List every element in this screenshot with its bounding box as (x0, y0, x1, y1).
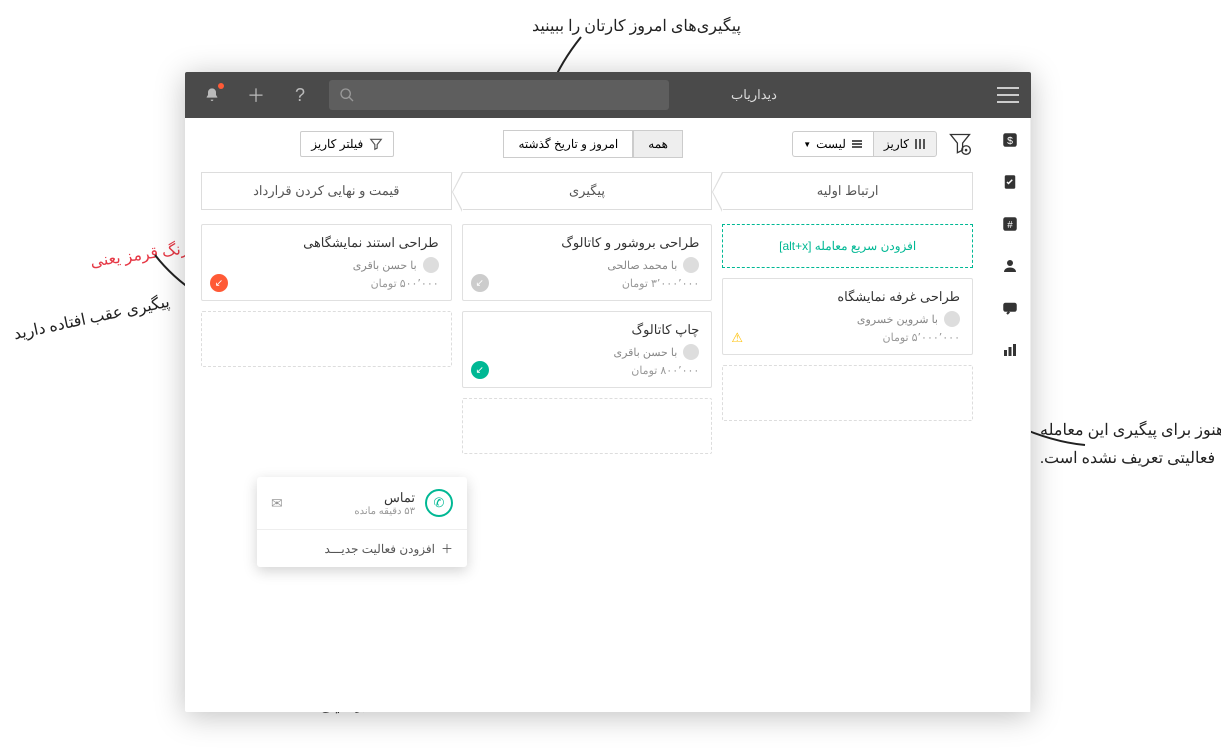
content-area: کاریز لیست ▼ همه امروز و تاریخ گذشته فیل… (185, 118, 989, 712)
annotation-right-1: هنوز برای پیگیری این معامله (1040, 420, 1221, 440)
view-pipeline-button[interactable]: کاریز (873, 131, 937, 157)
column-3: طراحی استند نمایشگاهی با حسن باقری ۵۰۰٬۰… (201, 224, 452, 454)
sidebar-messages[interactable] (998, 296, 1022, 320)
card-price: ۳٬۰۰۰٬۰۰۰ تومان (475, 277, 700, 290)
bell-icon (204, 87, 220, 103)
search-input[interactable] (329, 80, 669, 110)
brand-label: دیدار‌یاب (731, 87, 777, 103)
column-2: طراحی بروشور و کاتالوگ با محمد صالحی ۳٬۰… (462, 224, 713, 454)
activity-subtitle: ۵۳ دقیقه مانده (354, 506, 415, 517)
svg-text:#: # (1007, 220, 1013, 231)
person-icon (1001, 257, 1019, 275)
avatar (683, 257, 699, 273)
warning-icon: ⚠ (731, 330, 743, 346)
view-list-button[interactable]: لیست ▼ (792, 131, 873, 157)
segment-all-button[interactable]: همه (633, 130, 683, 158)
annotation-top: پیگیری‌های امروز کارتان را ببینید (532, 16, 741, 36)
deal-card[interactable]: طراحی غرفه نمایشگاه با شروین خسروی ۵٬۰۰۰… (722, 278, 973, 355)
sidebar-deals[interactable]: $ (998, 128, 1022, 152)
sidebar-tasks[interactable] (998, 170, 1022, 194)
drop-placeholder[interactable] (722, 365, 973, 421)
svg-text:$: $ (1007, 135, 1013, 147)
help-button[interactable]: ? (285, 80, 315, 110)
segment-today-button[interactable]: امروز و تاریخ گذشته (503, 130, 633, 158)
stage-1[interactable]: ارتباط اولیه (722, 172, 973, 210)
phone-icon: ✆ (425, 489, 453, 517)
card-person: با حسن باقری (475, 344, 700, 360)
deal-card[interactable]: طراحی بروشور و کاتالوگ با محمد صالحی ۳٬۰… (462, 224, 713, 301)
app-window: ＋ ? دیدار‌یاب $ # کاریز (185, 72, 1031, 712)
message-icon[interactable]: ✉ (271, 495, 283, 512)
activity-item[interactable]: ✆ تماس ۵۳ دقیقه مانده ✉ (257, 477, 467, 530)
menu-button[interactable] (997, 87, 1019, 103)
drop-placeholder[interactable] (201, 311, 452, 367)
hashtag-icon: # (1001, 215, 1019, 233)
card-title: طراحی بروشور و کاتالوگ (475, 235, 700, 251)
card-price: ۵٬۰۰۰٬۰۰۰ تومان (735, 331, 960, 344)
message-icon (1001, 299, 1019, 317)
dollar-icon: $ (1001, 131, 1019, 149)
status-badge-gray: ↙ (471, 274, 489, 292)
plus-icon: ＋ (441, 540, 453, 557)
status-badge-green: ↙ (471, 361, 489, 379)
card-price: ۸۰۰٬۰۰۰ تومان (475, 364, 700, 377)
plus-icon: ＋ (247, 82, 265, 108)
status-badge-red: ↙ (210, 274, 228, 292)
add-activity-button[interactable]: ＋ افزودن فعالیت جدیـــد (257, 530, 467, 567)
add-activity-label: افزودن فعالیت جدیـــد (325, 542, 435, 556)
deal-card[interactable]: طراحی استند نمایشگاهی با حسن باقری ۵۰۰٬۰… (201, 224, 452, 301)
stage-2[interactable]: پیگیری (462, 172, 713, 210)
card-person: با حسن باقری (214, 257, 439, 273)
topbar: ＋ ? دیدار‌یاب (185, 72, 1031, 118)
activity-title: تماس (354, 490, 415, 506)
card-title: طراحی استند نمایشگاهی (214, 235, 439, 251)
sidebar-reports[interactable] (998, 338, 1022, 362)
avatar (944, 311, 960, 327)
sidebar-contacts[interactable] (998, 254, 1022, 278)
sidebar-hashtag[interactable]: # (998, 212, 1022, 236)
annotation-right-2: فعالیتی تعریف نشده است. (1040, 448, 1215, 468)
clipboard-icon (1001, 173, 1019, 191)
add-button[interactable]: ＋ (241, 80, 271, 110)
activity-popup: ✆ تماس ۵۳ دقیقه مانده ✉ ＋ افزودن فعالیت … (257, 477, 467, 567)
card-person: با شروین خسروی (735, 311, 960, 327)
sidebar: $ # (989, 118, 1031, 712)
card-price: ۵۰۰٬۰۰۰ تومان (214, 277, 439, 290)
card-title: طراحی غرفه نمایشگاه (735, 289, 960, 305)
chevron-down-icon: ▼ (803, 140, 811, 149)
annotation-left-1: پیگیری عقب افتاده دارید (12, 292, 172, 345)
avatar (683, 344, 699, 360)
annotation-red: رنگ قرمز یعنی (89, 238, 190, 272)
list-icon (851, 138, 863, 150)
drop-placeholder[interactable] (462, 398, 713, 454)
avatar (423, 257, 439, 273)
card-title: چاپ کاتالوگ (475, 322, 700, 338)
view-list-label: لیست (816, 137, 846, 151)
notification-dot (218, 83, 224, 89)
funnel-settings-icon[interactable] (947, 131, 973, 157)
card-person: با محمد صالحی (475, 257, 700, 273)
notifications-button[interactable] (197, 80, 227, 110)
search-icon (339, 87, 355, 103)
chart-icon (1001, 341, 1019, 359)
help-icon: ? (295, 85, 305, 106)
pipeline-icon (914, 138, 926, 150)
filter-label: فیلتر کاریز (311, 137, 363, 151)
column-1: افزودن سریع معامله [alt+x] طراحی غرفه نم… (722, 224, 973, 454)
filter-button[interactable]: فیلتر کاریز (300, 131, 394, 157)
toolbar: کاریز لیست ▼ همه امروز و تاریخ گذشته فیل… (201, 130, 973, 158)
view-pipeline-label: کاریز (884, 137, 909, 151)
quick-add-deal-button[interactable]: افزودن سریع معامله [alt+x] (722, 224, 973, 268)
deal-card[interactable]: چاپ کاتالوگ با حسن باقری ۸۰۰٬۰۰۰ تومان ↙ (462, 311, 713, 388)
funnel-icon (369, 137, 383, 151)
stage-header: ارتباط اولیه پیگیری قیمت و نهایی کردن قر… (201, 172, 973, 210)
stage-3[interactable]: قیمت و نهایی کردن قرارداد (201, 172, 452, 210)
